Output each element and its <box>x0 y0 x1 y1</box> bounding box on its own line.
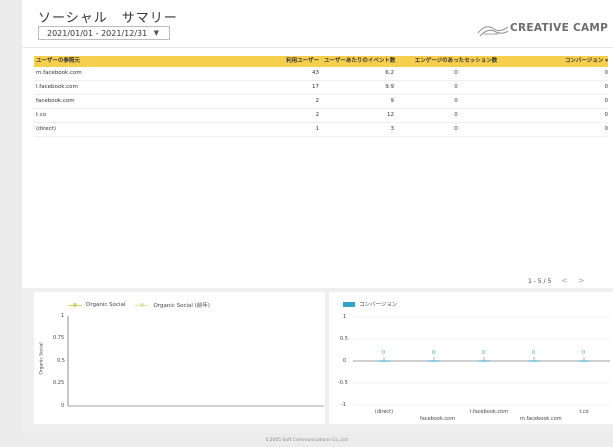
cell-engaged-sessions: 0 <box>454 84 458 90</box>
bar-data-label: 0 <box>432 350 436 356</box>
column-header-events-per-user[interactable]: ユーザーあたりのイベント数 <box>324 56 395 67</box>
y-tick-label: 0.25 <box>53 380 65 386</box>
cell-engaged-sessions: 0 <box>454 126 458 132</box>
page-title: ソーシャル サマリー <box>38 11 178 26</box>
pagination: 1 - 5 / 5 < > <box>528 276 585 285</box>
table-row[interactable]: m.facebook.com 43 6.2 0 0 <box>34 67 608 81</box>
chevron-right-icon[interactable]: > <box>578 276 585 285</box>
cell-source: (direct) <box>36 126 57 132</box>
date-range-picker[interactable]: 2021/01/01 - 2021/12/31 ▼ <box>38 26 170 40</box>
cell-conversions: 0 <box>604 126 609 132</box>
company-logo: CREATIVE CAMP <box>476 21 612 39</box>
y-tick-label: 1 <box>61 313 65 319</box>
table-row[interactable]: (direct) 1 3 0 0 <box>34 123 608 137</box>
date-range-value: 2021/01/01 - 2021/12/31 <box>47 28 148 38</box>
cell-conversions: 0 <box>604 84 609 90</box>
organic-social-line-chart: Organic Social Organic Social (前年) 1 0.7… <box>34 292 325 424</box>
cell-events-per-user: 6.2 <box>385 70 394 76</box>
x-tick-label: t.co <box>579 409 589 415</box>
footer-copyright: ©2005 Soft Communications Co.,Ltd <box>265 438 348 443</box>
y-tick-label: 0 <box>343 358 347 364</box>
pagination-label: 1 - 5 / 5 <box>528 278 552 285</box>
table-row[interactable]: facebook.com 2 9 0 0 <box>34 95 608 109</box>
cell-source: t.co <box>36 112 47 118</box>
logo-mark-icon <box>477 26 509 37</box>
y-tick-label: -1 <box>341 402 346 408</box>
cell-conversions: 0 <box>604 70 609 76</box>
cell-users: 2 <box>315 98 320 104</box>
cell-source: facebook.com <box>36 98 75 104</box>
caret-down-icon: ▼ <box>153 29 159 37</box>
conversion-bar-chart: コンバージョン 1 0.5 0 -0.5 -1 0 (direct) 0 facebo… <box>329 292 613 424</box>
cell-conversions: 0 <box>604 98 609 104</box>
chevron-left-icon[interactable]: < <box>561 276 568 285</box>
bar-data-label: 0 <box>482 350 486 356</box>
x-tick-label: m.facebook.com <box>520 416 562 422</box>
line-chart-plot <box>67 316 324 407</box>
cell-users: 2 <box>315 112 320 118</box>
cell-users: 1 <box>315 126 320 132</box>
cell-engaged-sessions: 0 <box>454 112 458 118</box>
cell-source: l.facebook.com <box>36 84 78 90</box>
y-tick-label: 0.5 <box>340 336 348 342</box>
y-tick-label: 0.5 <box>57 358 65 364</box>
column-header-conversions[interactable]: コンバージョン ▾ <box>524 56 608 67</box>
x-tick-label: (direct) <box>374 409 394 415</box>
table-header: ユーザーの参照元 利用ユーザー ユーザーあたりのイベント数 エンゲージのあったセ… <box>34 56 608 67</box>
column-header-users[interactable]: 利用ユーザー <box>239 56 319 67</box>
cell-source: m.facebook.com <box>36 70 82 76</box>
y-tick-label: 1 <box>343 314 347 320</box>
x-tick-label: facebook.com <box>420 416 456 422</box>
cell-users: 43 <box>312 70 319 76</box>
y-tick-label: 0.75 <box>53 335 65 341</box>
bar-data-label: 0 <box>582 350 586 356</box>
cell-events-per-user: 9 <box>390 98 395 104</box>
table-row[interactable]: t.co 2 12 0 0 <box>34 109 608 123</box>
cell-engaged-sessions: 0 <box>454 70 458 76</box>
logo-text: CREATIVE CAMP <box>510 22 609 34</box>
header-divider <box>22 47 613 48</box>
cell-events-per-user: 3 <box>390 126 395 132</box>
table-row[interactable]: l.facebook.com 17 9.9 0 0 <box>34 81 608 95</box>
cell-users: 17 <box>312 84 319 90</box>
bar-data-label: 0 <box>532 350 536 356</box>
bar-data-label: 0 <box>382 350 386 356</box>
x-tick-label: l.facebook.com <box>470 409 509 415</box>
cell-conversions: 0 <box>604 112 609 118</box>
bar-chart-plot <box>353 316 610 406</box>
column-header-engaged-sessions[interactable]: エンゲージのあったセッション数 <box>394 56 518 67</box>
referral-table: ユーザーの参照元 利用ユーザー ユーザーあたりのイベント数 エンゲージのあったセ… <box>34 56 613 288</box>
cell-engaged-sessions: 0 <box>454 98 458 104</box>
y-axis-title: Organic Social <box>39 342 45 375</box>
y-tick-label: 0 <box>61 403 65 409</box>
cell-events-per-user: 9.9 <box>385 84 394 90</box>
column-header-source[interactable]: ユーザーの参照元 <box>36 56 80 67</box>
cell-events-per-user: 12 <box>387 112 394 118</box>
y-tick-label: -0.5 <box>338 380 348 386</box>
